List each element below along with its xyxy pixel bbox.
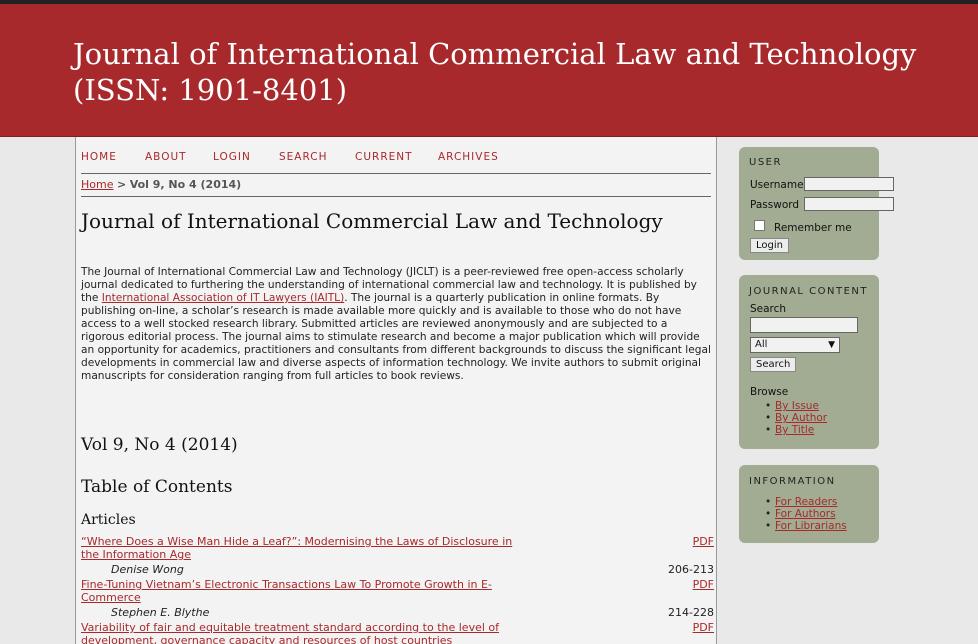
article-pdf-link[interactable]: PDF [693, 578, 714, 591]
section-heading-articles: Articles [81, 512, 136, 528]
user-block-title: USER [749, 157, 782, 168]
search-input[interactable] [750, 317, 858, 333]
nav-search[interactable]: SEARCH [279, 151, 327, 163]
information-title: INFORMATION [749, 476, 836, 487]
info-for-authors[interactable]: For Authors [765, 508, 847, 520]
page-title: Journal of International Commercial Law … [81, 209, 663, 233]
info-for-librarians[interactable]: For Librarians [765, 520, 847, 532]
password-label: Password [750, 199, 800, 211]
remember-me-checkbox[interactable] [754, 220, 765, 231]
browse-list: By Issue By Author By Title [765, 400, 827, 436]
article-pages: 214-228 [668, 606, 714, 619]
main-content: HOME ABOUT LOGIN SEARCH CURRENT ARCHIVES… [75, 137, 717, 644]
nav-current[interactable]: CURRENT [355, 151, 413, 163]
search-scope-value: All [755, 339, 768, 350]
search-label: Search [750, 303, 787, 315]
information-list: For Readers For Authors For Librarians [765, 496, 847, 532]
journal-content-title: JOURNAL CONTENT [749, 286, 869, 297]
search-button[interactable]: Search [750, 357, 797, 372]
nav-login[interactable]: LOGIN [213, 151, 251, 163]
article-author: Stephen E. Blythe [111, 606, 210, 619]
article-title-link[interactable]: Fine-Tuning Vietnam’s Electronic Transac… [81, 578, 521, 604]
information-block: INFORMATION For Readers For Authors For … [739, 465, 879, 543]
dropdown-arrow-icon: ▼ [828, 340, 835, 350]
browse-by-issue[interactable]: By Issue [765, 400, 827, 412]
password-input[interactable] [804, 197, 894, 211]
article-pages: 206-213 [668, 563, 714, 576]
toc-heading: Table of Contents [81, 477, 233, 497]
article-pdf-link[interactable]: PDF [693, 621, 714, 634]
user-block: USER Username Password Remember me Login [739, 147, 894, 260]
issue-title: Vol 9, No 4 (2014) [81, 435, 238, 455]
iaitl-link[interactable]: International Association of IT Lawyers … [102, 292, 344, 304]
breadcrumb-current: Vol 9, No 4 (2014) [129, 178, 242, 191]
journal-content-block: JOURNAL CONTENT Search All ▼ Search Brow… [739, 275, 879, 449]
login-button[interactable]: Login [750, 238, 789, 253]
article-author: Denise Wong [111, 563, 184, 576]
nav-home[interactable]: HOME [81, 151, 117, 163]
site-header: Journal of International Commercial Law … [0, 4, 978, 137]
navbar: HOME ABOUT LOGIN SEARCH CURRENT ARCHIVES [81, 145, 711, 174]
remember-me-label: Remember me [774, 222, 852, 234]
browse-by-author[interactable]: By Author [765, 412, 827, 424]
info-for-readers[interactable]: For Readers [765, 496, 847, 508]
breadcrumb-separator: > [116, 178, 127, 191]
browse-label: Browse [750, 386, 789, 398]
nav-archives[interactable]: ARCHIVES [438, 151, 499, 163]
description-text-end: . The journal is a quarterly publication… [81, 292, 711, 382]
browse-by-title[interactable]: By Title [765, 424, 827, 436]
search-scope-select[interactable]: All ▼ [750, 337, 840, 353]
username-label: Username [750, 179, 804, 191]
nav-about[interactable]: ABOUT [145, 151, 187, 163]
journal-description: The Journal of International Commercial … [81, 266, 713, 383]
article-pdf-link[interactable]: PDF [693, 535, 714, 548]
breadcrumb: Home > Vol 9, No 4 (2014) [81, 178, 711, 197]
breadcrumb-home-link[interactable]: Home [81, 178, 113, 191]
username-input[interactable] [804, 177, 894, 191]
site-title: Journal of International Commercial Law … [73, 37, 917, 107]
article-title-link[interactable]: “Where Does a Wise Man Hide a Leaf?”: Mo… [81, 535, 521, 561]
article-title-link[interactable]: Variability of fair and equitable treatm… [81, 621, 521, 644]
